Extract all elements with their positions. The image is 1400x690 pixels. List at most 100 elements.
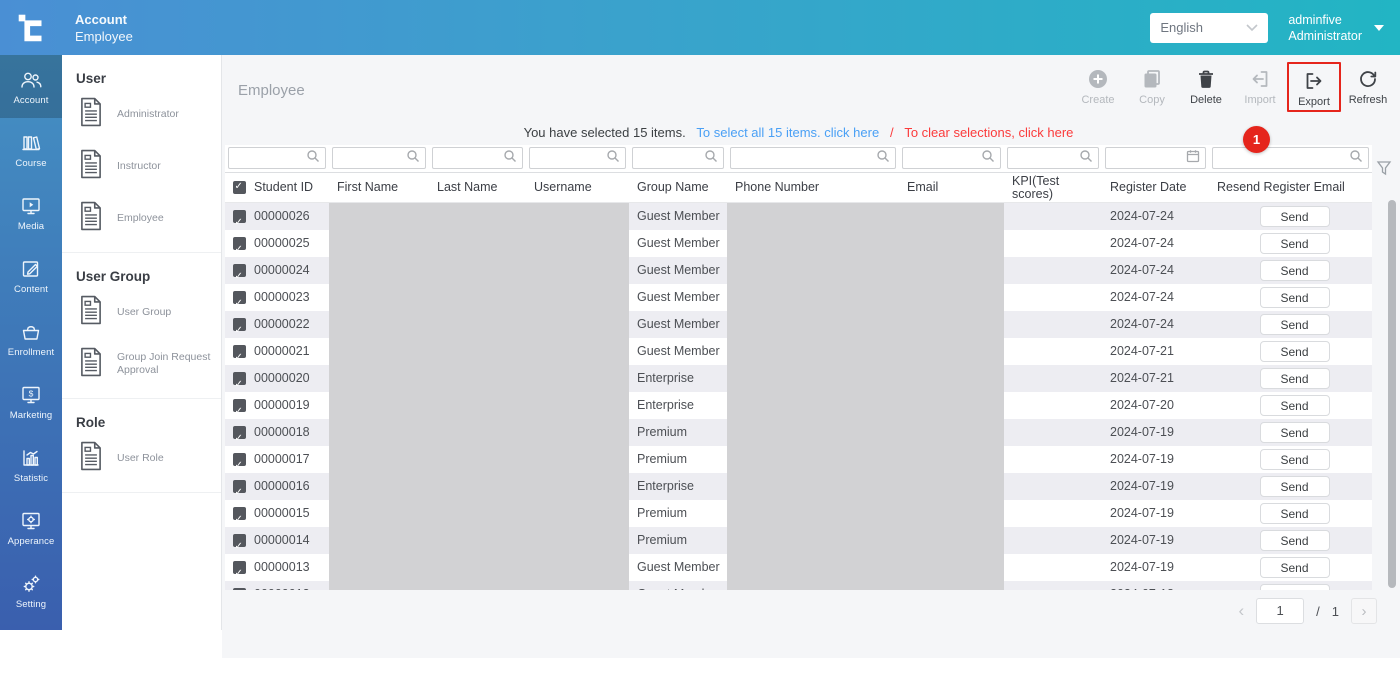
send-button[interactable]: Send: [1259, 260, 1330, 281]
toolbar-button-label: Delete: [1190, 94, 1222, 106]
send-button[interactable]: Send: [1259, 476, 1330, 497]
cell-group-name: Guest Member: [629, 581, 727, 590]
sidebar-item-statistic[interactable]: Statistic: [0, 433, 62, 496]
delete-button[interactable]: Delete: [1179, 62, 1233, 110]
send-button[interactable]: Send: [1259, 287, 1330, 308]
filter-input-register-date[interactable]: [1105, 147, 1206, 169]
cell-resend-email: Send: [1209, 206, 1372, 227]
row-checkbox[interactable]: [233, 560, 246, 581]
sidebar-item-media[interactable]: Media: [0, 181, 62, 244]
filter-input-first-name[interactable]: [332, 147, 426, 169]
filter-cell-register-date: [1102, 145, 1209, 172]
row-checkbox[interactable]: [233, 425, 246, 446]
send-button[interactable]: Send: [1259, 584, 1330, 590]
row-checkbox[interactable]: [233, 263, 246, 284]
send-button[interactable]: Send: [1259, 449, 1330, 470]
column-header-username[interactable]: Username: [526, 181, 629, 194]
prev-page-icon[interactable]: ‹: [1238, 598, 1244, 624]
submenu-item-group-join-request-approval[interactable]: Group Join Request Approval: [62, 338, 221, 390]
submenu-item-administrator[interactable]: Administrator: [62, 88, 221, 140]
cell-resend-email: Send: [1209, 449, 1372, 470]
sidebar-item-account[interactable]: Account: [0, 55, 62, 118]
send-button[interactable]: Send: [1259, 206, 1330, 227]
user-menu-caret-icon[interactable]: [1374, 24, 1384, 31]
clear-selection-link[interactable]: To clear selections, click here: [904, 125, 1073, 140]
sidebar-item-setting[interactable]: Setting: [0, 559, 62, 622]
row-checkbox[interactable]: [233, 398, 246, 419]
toolbar-button-label: Import: [1244, 94, 1276, 106]
app-logo-icon: [18, 14, 42, 41]
filter-input-email[interactable]: [902, 147, 1001, 169]
vertical-scrollbar[interactable]: [1388, 200, 1396, 588]
sidebar-item-label: Content: [14, 283, 48, 295]
send-button[interactable]: Send: [1259, 503, 1330, 524]
filter-funnel-icon[interactable]: [1375, 159, 1393, 179]
filter-input-student-id[interactable]: [228, 147, 326, 169]
filter-input-last-name[interactable]: [432, 147, 523, 169]
column-header-resend-register-email[interactable]: Resend Register Email: [1209, 181, 1372, 194]
row-checkbox[interactable]: [233, 290, 246, 311]
row-checkbox[interactable]: [233, 506, 246, 527]
column-header-student-id[interactable]: Student ID: [225, 180, 329, 194]
employee-table: Student ID First Name Last Name Username Gro…: [225, 145, 1372, 590]
student-id-value: 00000012: [254, 581, 310, 590]
row-checkbox[interactable]: [233, 209, 246, 230]
send-button[interactable]: Send: [1259, 422, 1330, 443]
column-header-email[interactable]: Email: [899, 181, 1004, 194]
user-menu[interactable]: adminfive Administrator: [1288, 12, 1362, 44]
row-checkbox[interactable]: [233, 533, 246, 554]
row-checkbox[interactable]: [233, 479, 246, 500]
column-header-kpi-test-scores[interactable]: KPI(Test scores): [1004, 174, 1102, 201]
row-checkbox[interactable]: [233, 317, 246, 338]
language-select[interactable]: English: [1150, 12, 1269, 43]
column-header-phone-number[interactable]: Phone Number: [727, 181, 899, 194]
sidebar-item-apperance[interactable]: Apperance: [0, 496, 62, 559]
column-header-group-name[interactable]: Group Name: [629, 181, 727, 194]
submenu-item-user-group[interactable]: User Group: [62, 286, 221, 338]
submenu-item-label: User Group: [117, 305, 172, 318]
breadcrumb-page: Employee: [75, 28, 133, 44]
submenu-item-employee[interactable]: Employee: [62, 192, 221, 244]
row-checkbox[interactable]: [233, 371, 246, 392]
row-checkbox[interactable]: [233, 452, 246, 473]
select-all-checkbox[interactable]: [233, 180, 246, 194]
sidebar-item-label: Apperance: [7, 535, 55, 547]
refresh-button[interactable]: Refresh: [1341, 62, 1395, 110]
cell-resend-email: Send: [1209, 287, 1372, 308]
next-page-icon[interactable]: ›: [1351, 598, 1377, 624]
filter-input-resend-register-email[interactable]: [1212, 147, 1369, 169]
send-button[interactable]: Send: [1259, 233, 1330, 254]
row-checkbox[interactable]: [233, 344, 246, 365]
send-button[interactable]: Send: [1259, 368, 1330, 389]
send-button[interactable]: Send: [1259, 530, 1330, 551]
export-button[interactable]: Export: [1287, 62, 1341, 112]
row-checkbox[interactable]: [233, 236, 246, 257]
column-header-last-name[interactable]: Last Name: [429, 181, 526, 194]
row-checkbox[interactable]: [233, 587, 246, 590]
submenu-item-user-role[interactable]: User Role: [62, 432, 221, 484]
filter-input-phone-number[interactable]: [730, 147, 896, 169]
page-input[interactable]: 1: [1256, 598, 1305, 624]
filter-input-username[interactable]: [529, 147, 626, 169]
toolbar-button-label: Refresh: [1348, 94, 1388, 106]
send-button[interactable]: Send: [1259, 395, 1330, 416]
submenu-item-instructor[interactable]: Instructor: [62, 140, 221, 192]
cell-resend-email: Send: [1209, 584, 1372, 590]
send-button[interactable]: Send: [1259, 314, 1330, 335]
select-all-link[interactable]: To select all 15 items. click here: [696, 125, 879, 140]
column-header-first-name[interactable]: First Name: [329, 181, 429, 194]
sidebar-item-enrollment[interactable]: Enrollment: [0, 307, 62, 370]
page-separator: /: [1316, 603, 1320, 619]
cell-student-id: 00000017: [225, 446, 329, 473]
sidebar-item-course[interactable]: Course: [0, 118, 62, 181]
redaction-block-contact: [727, 203, 1004, 590]
filter-input-group-name[interactable]: [632, 147, 724, 169]
column-header-label: Student ID: [254, 180, 314, 194]
cell-resend-email: Send: [1209, 422, 1372, 443]
column-header-register-date[interactable]: Register Date: [1102, 181, 1209, 194]
send-button[interactable]: Send: [1259, 341, 1330, 362]
sidebar-item-content[interactable]: Content: [0, 244, 62, 307]
sidebar-item-marketing[interactable]: $ Marketing: [0, 370, 62, 433]
filter-input-kpi-test-scores[interactable]: [1007, 147, 1099, 169]
send-button[interactable]: Send: [1259, 557, 1330, 578]
